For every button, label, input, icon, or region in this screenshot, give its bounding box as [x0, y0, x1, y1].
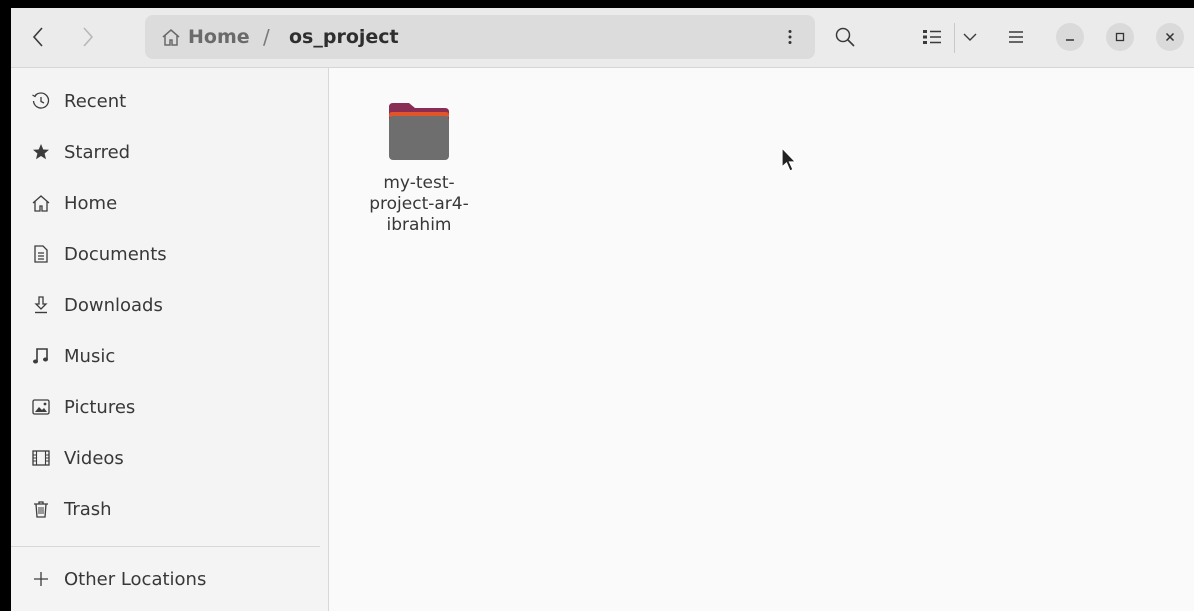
sidebar: Recent Starred Home Documents Downloads [11, 68, 329, 611]
hamburger-menu-icon [1009, 31, 1023, 43]
minimize-icon [1066, 39, 1074, 41]
sidebar-item-label: Music [64, 345, 116, 367]
file-name: my-test- project-ar4- ibrahim [369, 173, 469, 235]
sidebar-item-recent[interactable]: Recent [11, 79, 328, 123]
search-button[interactable] [829, 22, 861, 52]
close-button[interactable] [1156, 23, 1184, 51]
sidebar-item-trash[interactable]: Trash [11, 487, 328, 531]
sidebar-item-label: Pictures [64, 396, 136, 418]
sidebar-item-label: Trash [64, 498, 112, 520]
close-icon [1165, 32, 1175, 42]
main-menu-button[interactable] [1001, 22, 1031, 52]
picture-icon [31, 397, 51, 417]
maximize-button[interactable] [1106, 23, 1134, 51]
star-icon [31, 142, 51, 162]
chevron-down-icon [963, 33, 977, 41]
folder-icon [389, 103, 449, 160]
video-icon [31, 448, 51, 468]
sidebar-item-downloads[interactable]: Downloads [11, 283, 328, 327]
sidebar-item-label: Videos [64, 447, 124, 469]
path-menu-button[interactable] [775, 22, 805, 52]
sidebar-item-home[interactable]: Home [11, 181, 328, 225]
download-icon [31, 295, 51, 315]
clock-icon [31, 91, 51, 111]
sidebar-item-documents[interactable]: Documents [11, 232, 328, 276]
path-home-label: Home [188, 26, 250, 48]
document-icon [31, 244, 51, 264]
chevron-right-icon [83, 27, 94, 47]
sidebar-item-label: Home [64, 192, 118, 214]
minimize-button[interactable] [1056, 23, 1084, 51]
list-view-button[interactable] [917, 22, 947, 52]
view-options-button[interactable] [957, 22, 983, 52]
sidebar-item-pictures[interactable]: Pictures [11, 385, 328, 429]
file-view[interactable]: my-test- project-ar4- ibrahim [329, 68, 1194, 611]
file-manager-window: Home / os_project Recent Starred Home Do… [11, 8, 1194, 611]
path-separator: / [263, 25, 270, 49]
path-bar: Home / os_project [145, 15, 815, 59]
plus-icon [31, 569, 51, 589]
forward-button[interactable] [71, 22, 105, 52]
vertical-ellipsis-icon [788, 30, 792, 44]
view-divider [954, 23, 955, 53]
sidebar-item-label: Recent [64, 90, 127, 112]
sidebar-item-label: Documents [64, 243, 167, 265]
search-icon [835, 27, 855, 47]
trash-icon [31, 499, 51, 519]
list-view-icon [923, 30, 941, 44]
home-icon [31, 193, 51, 213]
path-home-button[interactable]: Home [161, 15, 250, 59]
chevron-left-icon [32, 27, 43, 47]
path-current-folder[interactable]: os_project [289, 15, 399, 59]
sidebar-item-videos[interactable]: Videos [11, 436, 328, 480]
sidebar-item-label: Other Locations [64, 568, 207, 590]
sidebar-item-starred[interactable]: Starred [11, 130, 328, 174]
sidebar-separator [11, 546, 320, 547]
mouse-cursor-icon [781, 146, 797, 172]
sidebar-item-other-locations[interactable]: Other Locations [11, 557, 328, 601]
back-button[interactable] [21, 22, 55, 52]
file-item[interactable]: my-test- project-ar4- ibrahim [369, 101, 469, 236]
header-bar: Home / os_project [11, 8, 1194, 68]
sidebar-item-music[interactable]: Music [11, 334, 328, 378]
sidebar-item-label: Downloads [64, 294, 163, 316]
maximize-icon [1115, 32, 1125, 42]
music-icon [31, 346, 51, 366]
home-icon [162, 29, 180, 46]
sidebar-item-label: Starred [64, 141, 131, 163]
